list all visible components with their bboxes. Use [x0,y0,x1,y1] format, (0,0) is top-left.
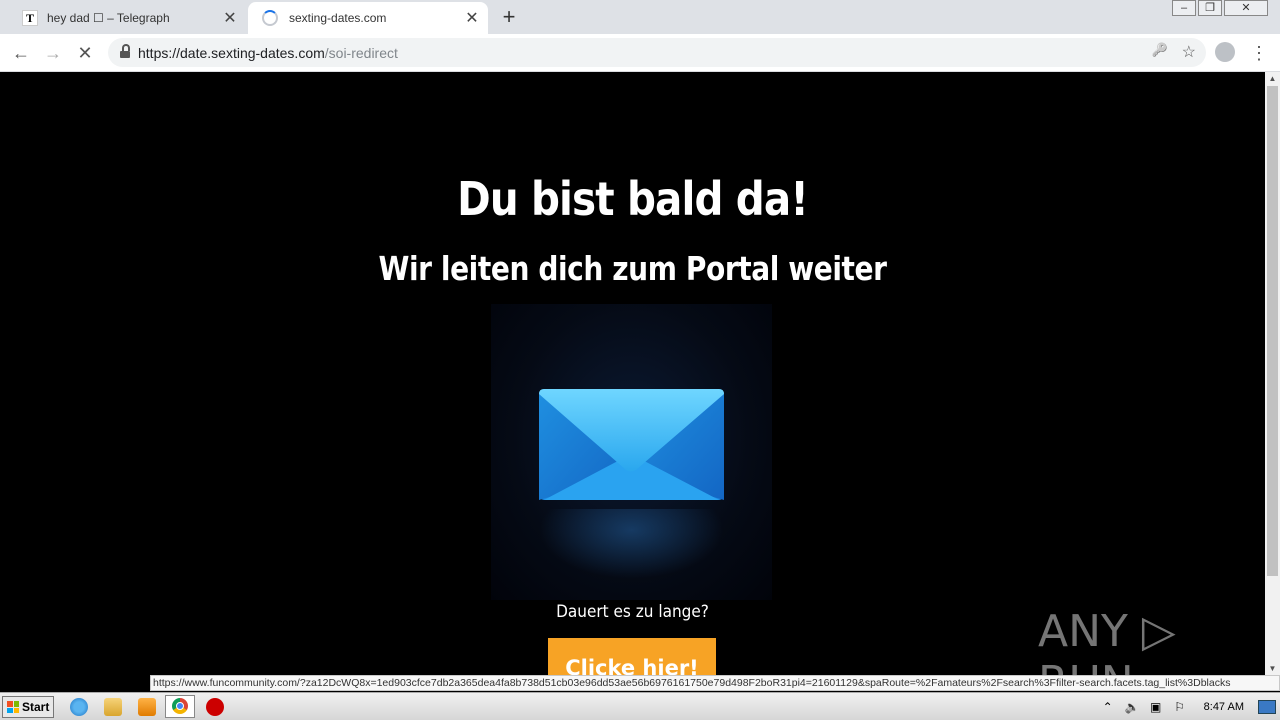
file-explorer-icon[interactable] [104,698,122,716]
windows-logo-icon [7,701,19,713]
url-host: https://date.sexting-dates.com [138,44,325,61]
window-close-button[interactable]: ✕ [1224,0,1268,16]
click-here-button[interactable]: Clicke hier! [548,638,716,676]
media-player-icon[interactable] [138,698,156,716]
wait-text: Dauert es zu lange? [556,602,709,622]
minimize-button[interactable]: ‒ [1172,0,1196,16]
tab-title: sexting-dates.com [289,11,387,25]
scroll-down-icon[interactable]: ▼ [1265,662,1280,676]
tab-title: hey dad ☐ – Telegraph [47,11,170,25]
windows-taskbar: Start ⌃ 🔈 ▣ ⚐ 8:47 AM [0,692,1280,720]
url-path: /soi-redirect [324,44,398,61]
anyrun-watermark: ANY ▷ RUN [1038,606,1176,676]
address-bar[interactable]: https://date.sexting-dates.com/soi-redir… [108,38,1206,67]
tab-strip: T hey dad ☐ – Telegraph ✕ sexting-dates.… [0,0,1280,34]
lock-icon[interactable] [120,43,130,58]
tab-close-icon[interactable]: ✕ [220,8,240,28]
menu-icon[interactable]: ⋮ [1250,40,1268,66]
tab-sexting-dates[interactable]: sexting-dates.com ✕ [248,2,488,34]
restore-button[interactable]: ❐ [1198,0,1222,16]
scroll-up-icon[interactable]: ▲ [1265,72,1280,86]
action-center-flag-icon[interactable]: ⚐ [1173,700,1187,714]
start-button[interactable]: Start [2,696,54,718]
tab-telegraph[interactable]: T hey dad ☐ – Telegraph ✕ [8,2,246,34]
stop-button[interactable]: ✕ [73,41,97,65]
window-controls: ‒ ❐ ✕ [1170,0,1268,16]
chrome-taskbar-button[interactable] [165,695,195,718]
opera-icon[interactable] [206,698,224,716]
tab-close-icon[interactable]: ✕ [462,8,482,28]
vertical-scrollbar[interactable]: ▲ ▼ [1265,72,1280,676]
show-desktop-button[interactable] [1258,699,1276,714]
tray-expand-icon[interactable]: ⌃ [1101,700,1115,714]
profile-avatar[interactable] [1215,42,1235,62]
link-status-bar: https://www.funcommunity.com/?za12DcWQ8x… [150,675,1280,691]
envelope-animation [491,304,772,600]
url-text[interactable]: https://date.sexting-dates.com/soi-redir… [138,45,398,61]
browser-toolbar: ← → ✕ https://date.sexting-dates.com/soi… [0,34,1280,72]
system-tray: ⌃ 🔈 ▣ ⚐ 8:47 AM [1096,693,1280,720]
scrollbar-thumb[interactable] [1267,86,1278,576]
chrome-icon [172,698,188,714]
bookmark-star-icon[interactable]: ☆ [1182,42,1196,62]
envelope-reflection [539,509,724,579]
forward-button[interactable]: → [41,41,65,65]
loading-spinner-icon [262,10,278,26]
new-tab-button[interactable]: + [498,6,520,28]
taskbar-clock[interactable]: 8:47 AM [1204,701,1244,713]
volume-icon[interactable]: 🔈 [1125,700,1140,714]
key-icon[interactable]: 🔑 [1151,42,1167,62]
telegraph-favicon-icon: T [22,10,38,26]
page-heading: Du bist bald da! [457,172,809,226]
back-button[interactable]: ← [9,41,33,65]
network-icon[interactable]: ▣ [1149,700,1163,714]
page-subheading: Wir leiten dich zum Portal weiter [378,249,887,288]
page-content: Du bist bald da! Wir leiten dich zum Por… [0,72,1265,676]
start-label: Start [22,700,50,714]
internet-explorer-icon[interactable] [70,698,88,716]
